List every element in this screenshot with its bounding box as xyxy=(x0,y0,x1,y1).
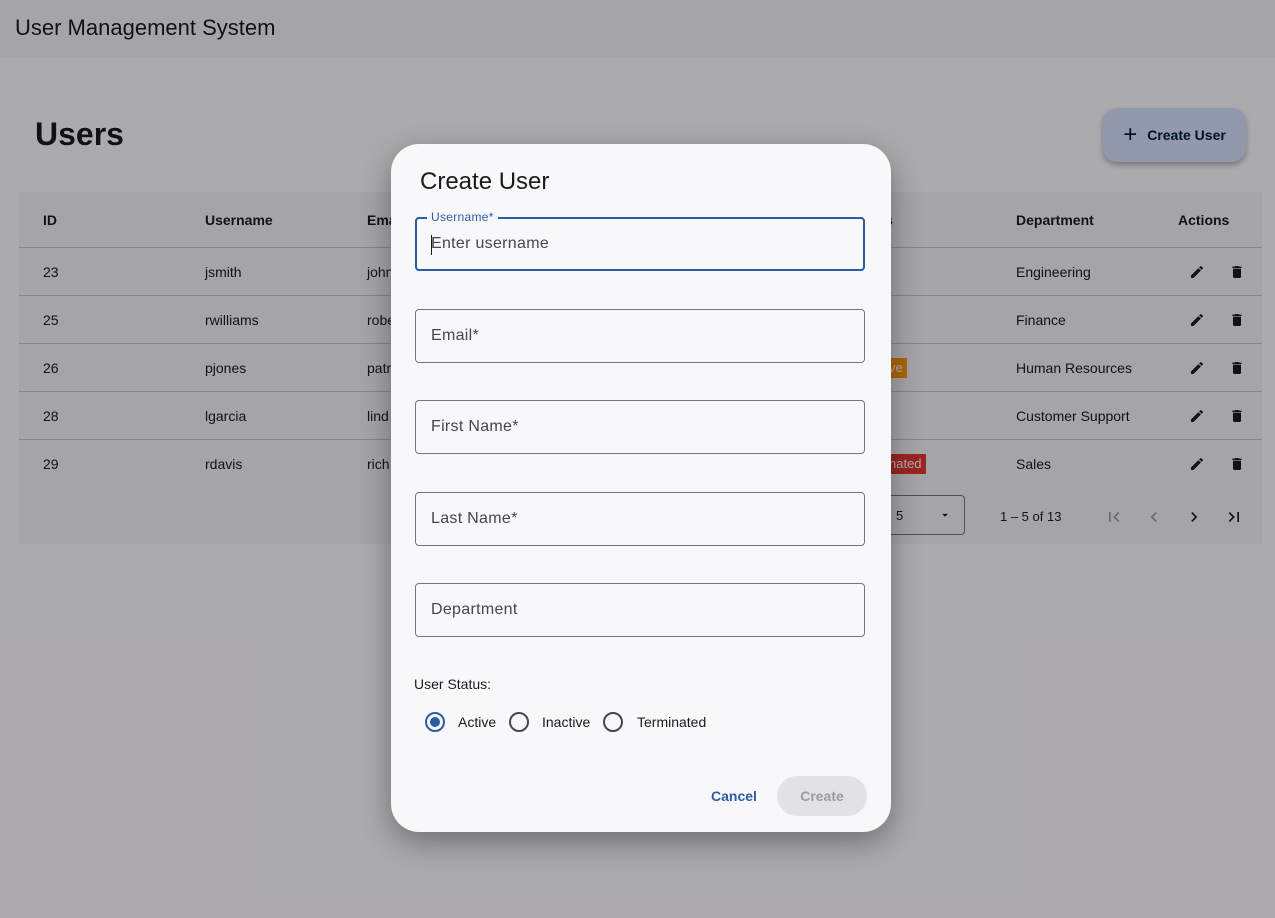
first-name-label: First Name* xyxy=(431,418,519,435)
last-name-label: Last Name* xyxy=(431,510,518,527)
create-user-dialog: Create User Username* Enter username Ema… xyxy=(391,144,891,832)
username-placeholder: Enter username xyxy=(431,235,550,252)
radio-terminated-label[interactable]: Terminated xyxy=(637,714,706,730)
create-button[interactable]: Create xyxy=(777,776,867,816)
department-field[interactable]: Department xyxy=(415,583,865,637)
radio-active-label[interactable]: Active xyxy=(458,714,496,730)
dialog-title: Create User xyxy=(420,168,550,195)
user-status-label: User Status: xyxy=(414,676,492,692)
radio-active[interactable] xyxy=(425,712,445,732)
cancel-button[interactable]: Cancel xyxy=(701,776,767,816)
username-label: Username* xyxy=(427,210,498,224)
first-name-field[interactable]: First Name* xyxy=(415,400,865,454)
last-name-field[interactable]: Last Name* xyxy=(415,492,865,546)
radio-inactive-label[interactable]: Inactive xyxy=(542,714,590,730)
email-label: Email* xyxy=(431,327,480,344)
radio-selected-dot xyxy=(430,717,440,727)
username-field[interactable]: Username* Enter username xyxy=(415,210,865,271)
department-label: Department xyxy=(431,601,518,618)
radio-inactive[interactable] xyxy=(509,712,529,732)
email-field[interactable]: Email* xyxy=(415,309,865,363)
radio-terminated[interactable] xyxy=(603,712,623,732)
